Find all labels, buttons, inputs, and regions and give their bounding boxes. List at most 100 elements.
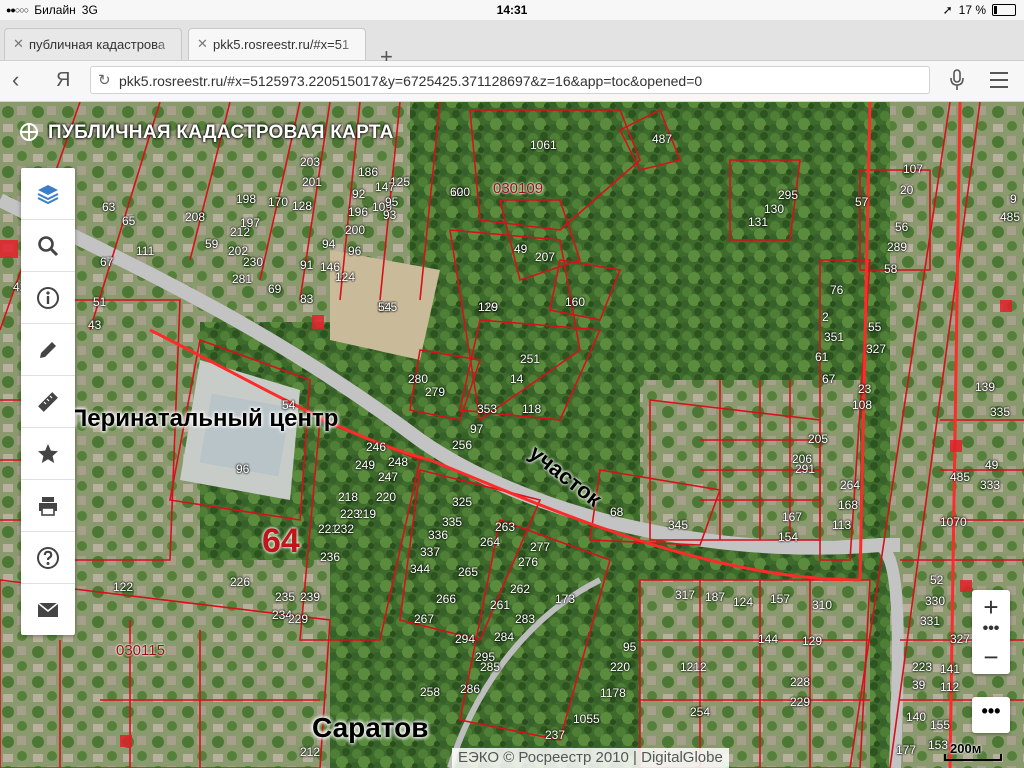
parcel-label[interactable]: 60 [450,185,463,199]
parcel-label[interactable]: 65 [122,214,135,228]
parcel-label[interactable]: 57 [855,195,868,209]
parcel-label[interactable]: 67 [822,372,835,386]
parcel-label[interactable]: 218 [338,490,358,504]
parcel-label[interactable]: 173 [555,592,575,606]
parcel-label[interactable]: 111 [136,244,154,258]
parcel-label[interactable]: 128 [292,199,312,213]
parcel-label[interactable]: 327 [950,632,970,646]
tab-cadastral[interactable]: ✕ публичная кадастрова [4,28,182,60]
parcel-label[interactable]: 277 [530,540,550,554]
parcel-label[interactable]: 146 [320,260,340,274]
parcel-label[interactable]: 283 [515,612,535,626]
parcel-label[interactable]: 49 [514,242,527,256]
parcel-label[interactable]: 141 [940,662,960,676]
parcel-label[interactable]: 353 [477,402,497,416]
mail-button[interactable] [21,584,75,635]
parcel-label[interactable]: 1212 [680,660,707,674]
parcel-label[interactable]: 20 [900,183,913,197]
parcel-label[interactable]: 265 [458,565,478,579]
parcel-label[interactable]: 155 [930,718,950,732]
parcel-label[interactable]: 223 [912,660,932,674]
parcel-label[interactable]: 196 [348,205,368,219]
parcel-label[interactable]: 262 [510,582,530,596]
parcel-label[interactable]: 140 [906,710,926,724]
zoom-in-button[interactable]: + [972,590,1010,624]
layers-button[interactable] [21,168,75,220]
parcel-label[interactable]: 246 [366,440,386,454]
parcel-label[interactable]: 223 [340,507,360,521]
favorites-button[interactable] [21,428,75,480]
parcel-label[interactable]: 97 [470,422,483,436]
parcel-label[interactable]: 327 [866,342,886,356]
parcel-label[interactable]: 144 [758,632,778,646]
parcel-label[interactable]: 251 [520,352,540,366]
parcel-label[interactable]: 198 [236,192,256,206]
help-button[interactable] [21,532,75,584]
parcel-label[interactable]: 95 [385,195,398,209]
parcel-label[interactable]: 229 [288,612,308,626]
print-button[interactable] [21,480,75,532]
parcel-label[interactable]: 1061 [530,138,557,152]
parcel-label[interactable]: 289 [887,240,907,254]
parcel-label[interactable]: 336 [428,528,448,542]
parcel-label[interactable]: 96 [348,244,361,258]
parcel-label[interactable]: 61 [815,350,828,364]
search-button[interactable] [21,220,75,272]
parcel-label[interactable]: 1178 [600,686,626,700]
parcel-label[interactable]: 280 [408,372,428,386]
parcel-label[interactable]: 284 [494,630,514,644]
parcel-label[interactable]: 254 [690,705,710,719]
parcel-label[interactable]: 59 [205,237,218,251]
parcel-label[interactable]: 113 [832,518,851,532]
parcel-label[interactable]: 122 [113,580,133,594]
parcel-label[interactable]: 147 [375,180,395,194]
parcel-label[interactable]: 229 [790,695,810,709]
parcel-label[interactable]: 58 [884,262,897,276]
parcel-label[interactable]: 345 [668,518,688,532]
parcel-label[interactable]: 247 [378,470,398,484]
parcel-label[interactable]: 92 [352,187,365,201]
parcel-label[interactable]: 281 [232,272,252,286]
parcel-label[interactable]: 130 [764,202,784,216]
parcel-label[interactable]: 226 [230,575,250,589]
back-button[interactable]: ‹ [12,67,19,93]
parcel-label[interactable]: 335 [990,405,1010,419]
parcel-label[interactable]: 212 [300,745,320,759]
measure-button[interactable] [21,376,75,428]
parcel-label[interactable]: 129 [802,634,822,648]
parcel-label[interactable]: 202 [228,244,248,258]
cadastral-map[interactable]: 120 115 116 160 251 14 118 280 279 353 97 256 54 96 24… [0,102,1024,768]
parcel-label[interactable]: 237 [545,728,565,742]
parcel-label[interactable]: 54 [378,300,391,314]
parcel-label[interactable]: 256 [452,438,472,452]
parcel-label[interactable]: 291 [795,462,815,476]
parcel-label[interactable]: 485 [950,470,970,484]
parcel-label[interactable]: 261 [490,598,510,612]
parcel-label[interactable]: 91 [300,258,313,272]
parcel-label[interactable]: 263 [495,520,515,534]
parcel-label[interactable]: 344 [410,562,430,576]
parcel-label[interactable]: 485 [1000,210,1020,224]
parcel-label[interactable]: 295 [778,188,798,202]
parcel-label[interactable]: 351 [824,330,844,344]
zoom-out-button[interactable]: − [972,640,1010,674]
parcel-label[interactable]: 317 [675,588,695,602]
parcel-label[interactable]: 197 [240,216,260,230]
parcel-label[interactable]: 139 [975,380,995,394]
parcel-label[interactable]: 220 [610,660,630,674]
parcel-label[interactable]: 337 [420,545,440,559]
parcel-label[interactable]: 276 [518,555,538,569]
parcel-label[interactable]: 267 [414,612,434,626]
yandex-logo[interactable]: Я [56,69,70,92]
parcel-label[interactable]: 333 [980,478,1000,492]
parcel-label[interactable]: 67 [100,255,113,269]
parcel-label[interactable]: 294 [455,632,475,646]
parcel-label[interactable]: 107 [903,162,923,176]
microphone-icon[interactable] [950,69,964,91]
reload-icon[interactable]: ↻ [98,71,111,89]
parcel-label[interactable]: 249 [355,458,375,472]
parcel-label[interactable]: 236 [320,550,340,564]
parcel-label[interactable]: 248 [388,455,408,469]
url-text[interactable]: pkk5.rosreestr.ru/#x=5125973.220515017&y… [119,73,702,89]
parcel-label[interactable]: 1055 [573,712,600,726]
